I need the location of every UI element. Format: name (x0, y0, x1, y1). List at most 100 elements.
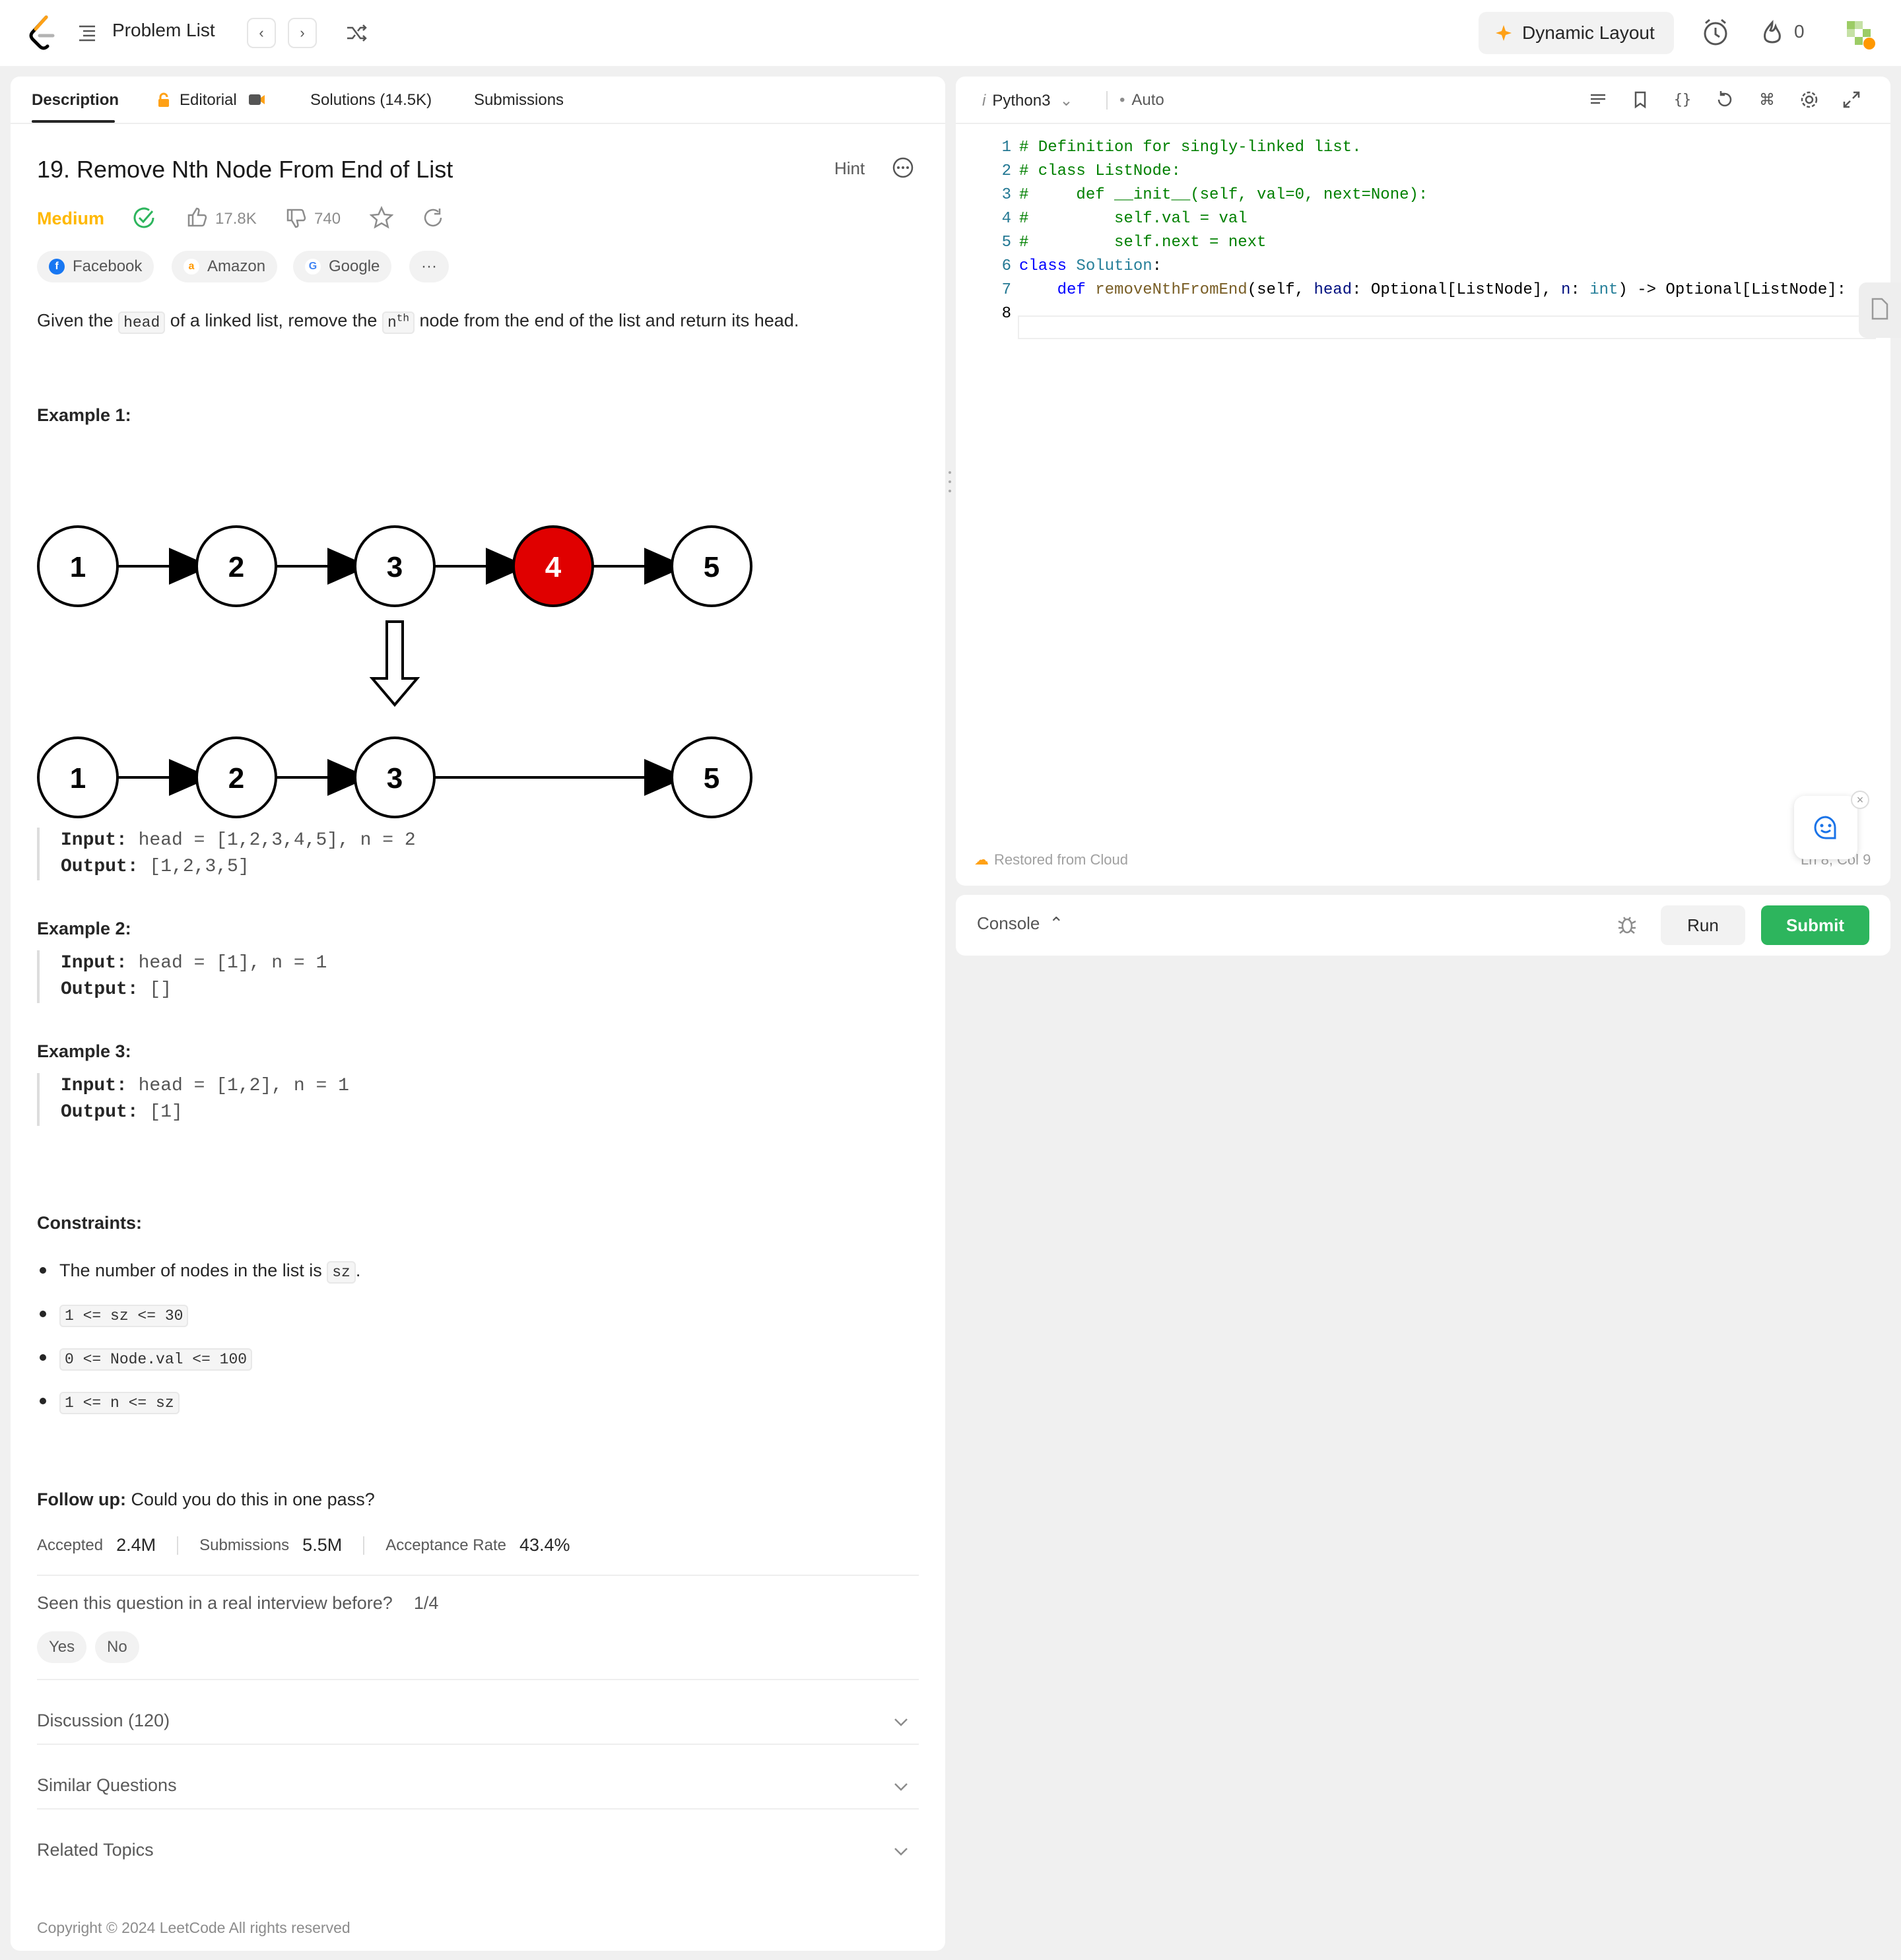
bookmark-icon[interactable] (1629, 88, 1651, 111)
feedback-chat-button[interactable] (1794, 796, 1857, 859)
input-label: Input: (61, 1076, 127, 1096)
related-topics-section[interactable]: Related Topics (37, 1840, 154, 1860)
format-icon[interactable] (1587, 88, 1609, 111)
output-label: Output: (61, 979, 139, 1000)
followup-text: Could you do this in one pass? (125, 1489, 375, 1509)
problem-title[interactable]: 19. Remove Nth Node From End of List (37, 156, 453, 183)
node-label: 3 (387, 762, 403, 795)
example-input-line: Input: head = [1,2,3,4,5], n = 2 (61, 828, 416, 854)
sparkle-icon (1496, 25, 1512, 41)
auto-mode-toggle[interactable]: • Auto (1119, 91, 1164, 110)
example-output-line: Output: [1] (61, 1099, 349, 1126)
document-icon (1871, 298, 1888, 320)
chevron-down-icon[interactable] (891, 1841, 911, 1861)
notes-side-tab[interactable] (1859, 282, 1901, 338)
line-number: 7 (1001, 281, 1011, 299)
dynamic-layout-label: Dynamic Layout (1522, 22, 1655, 43)
divider (37, 1679, 919, 1680)
discussion-section[interactable]: Discussion (120) (37, 1711, 170, 1731)
svg-text:⌘: ⌘ (1759, 90, 1775, 109)
prev-problem-button[interactable]: ‹ (247, 18, 276, 48)
seen-count: 1/4 (413, 1593, 439, 1613)
panel-resize-handle[interactable] (948, 469, 952, 495)
divider (37, 1744, 919, 1745)
console-label: Console (977, 913, 1040, 933)
console-toggle[interactable]: Console ⌃ (977, 913, 1063, 934)
problem-description: Given the head of a linked list, remove … (37, 305, 799, 336)
dynamic-layout-button[interactable]: Dynamic Layout (1479, 12, 1674, 54)
submissions-value: 5.5M (302, 1535, 343, 1555)
code-line: # Definition for singly-linked list. (1019, 139, 1362, 156)
info-icon: i (982, 92, 986, 110)
accepted-label: Accepted (37, 1536, 104, 1554)
thumbs-up-icon[interactable] (186, 206, 209, 228)
settings-gear-icon[interactable] (1798, 88, 1820, 111)
leetcode-logo-icon[interactable] (26, 15, 59, 51)
ellipsis-icon: ··· (421, 257, 437, 275)
code-line: # self.next = next (1019, 234, 1267, 251)
more-options-icon[interactable] (891, 156, 915, 180)
arrow-down-icon (369, 620, 420, 707)
node-label: 5 (704, 762, 719, 795)
code-head: head (118, 311, 166, 334)
current-line-highlight (1018, 315, 1876, 339)
reset-icon[interactable] (1714, 88, 1736, 111)
shuffle-icon[interactable] (343, 20, 370, 46)
company-tag-facebook[interactable]: f Facebook (37, 251, 154, 282)
example-3-block: Input: head = [1,2], n = 1 Output: [1] (37, 1073, 349, 1126)
chat-smile-icon (1814, 816, 1836, 839)
star-icon[interactable] (370, 206, 393, 230)
yes-button[interactable]: Yes (37, 1631, 87, 1663)
example-output-line: Output: [] (61, 977, 327, 1003)
code-line: # self.val = val (1019, 210, 1248, 228)
run-button[interactable]: Run (1661, 905, 1745, 945)
output-value: [1] (138, 1102, 183, 1123)
share-icon[interactable] (421, 206, 445, 230)
tab-editorial[interactable]: Editorial (180, 91, 237, 110)
constraint-item: 0 <= Node.val <= 100 (37, 1348, 253, 1371)
thumbs-down-icon[interactable] (285, 207, 308, 230)
language-select[interactable]: i Python3 ⌄ (982, 91, 1073, 110)
bullet (40, 1266, 46, 1274)
similar-questions-section[interactable]: Similar Questions (37, 1775, 177, 1796)
copyright: Copyright © 2024 LeetCode All rights res… (37, 1919, 350, 1936)
code-sz: sz (327, 1261, 356, 1284)
next-problem-button[interactable]: › (288, 18, 317, 48)
example-2-heading: Example 2: (37, 919, 131, 938)
chevron-up-icon: ⌃ (1049, 913, 1064, 933)
bullet (40, 1310, 46, 1317)
streak-fire-icon[interactable] (1761, 20, 1784, 46)
company-tag-google[interactable]: G Google (293, 251, 392, 282)
timer-icon[interactable] (1700, 17, 1731, 48)
company-tag-label: Facebook (73, 257, 143, 275)
stats-divider (363, 1536, 365, 1555)
chevron-down-icon[interactable] (891, 1712, 911, 1732)
hint-button[interactable]: Hint (834, 158, 865, 179)
close-icon[interactable]: × (1851, 791, 1869, 809)
constraint-item: 1 <= n <= sz (37, 1391, 180, 1414)
user-avatar[interactable] (1843, 17, 1876, 50)
rate-value: 43.4% (519, 1535, 570, 1555)
tab-submissions[interactable]: Submissions (474, 91, 564, 110)
no-button[interactable]: No (95, 1631, 139, 1663)
tab-solutions[interactable]: Solutions (14.5K) (310, 91, 432, 110)
problem-list-icon[interactable] (77, 22, 98, 44)
amazon-icon: a (183, 259, 199, 275)
braces-icon[interactable]: {} (1671, 88, 1694, 111)
company-tag-amazon[interactable]: a Amazon (172, 251, 278, 282)
divider (37, 1575, 919, 1576)
chevron-down-icon[interactable] (891, 1777, 911, 1796)
tab-description[interactable]: Description (32, 91, 119, 110)
streak-count: 0 (1794, 21, 1805, 42)
expand-icon[interactable] (1840, 88, 1863, 111)
line-number: 4 (1001, 210, 1011, 228)
accepted-value: 2.4M (116, 1535, 156, 1555)
node-label: 1 (70, 551, 86, 583)
stats-divider (177, 1536, 179, 1555)
more-companies-button[interactable]: ··· (409, 251, 449, 282)
submit-button[interactable]: Submit (1761, 905, 1869, 945)
rate-label: Acceptance Rate (385, 1536, 506, 1554)
debug-icon[interactable] (1616, 913, 1638, 936)
problem-list-link[interactable]: Problem List (112, 20, 215, 41)
shortcuts-icon[interactable]: ⌘ (1756, 88, 1778, 111)
